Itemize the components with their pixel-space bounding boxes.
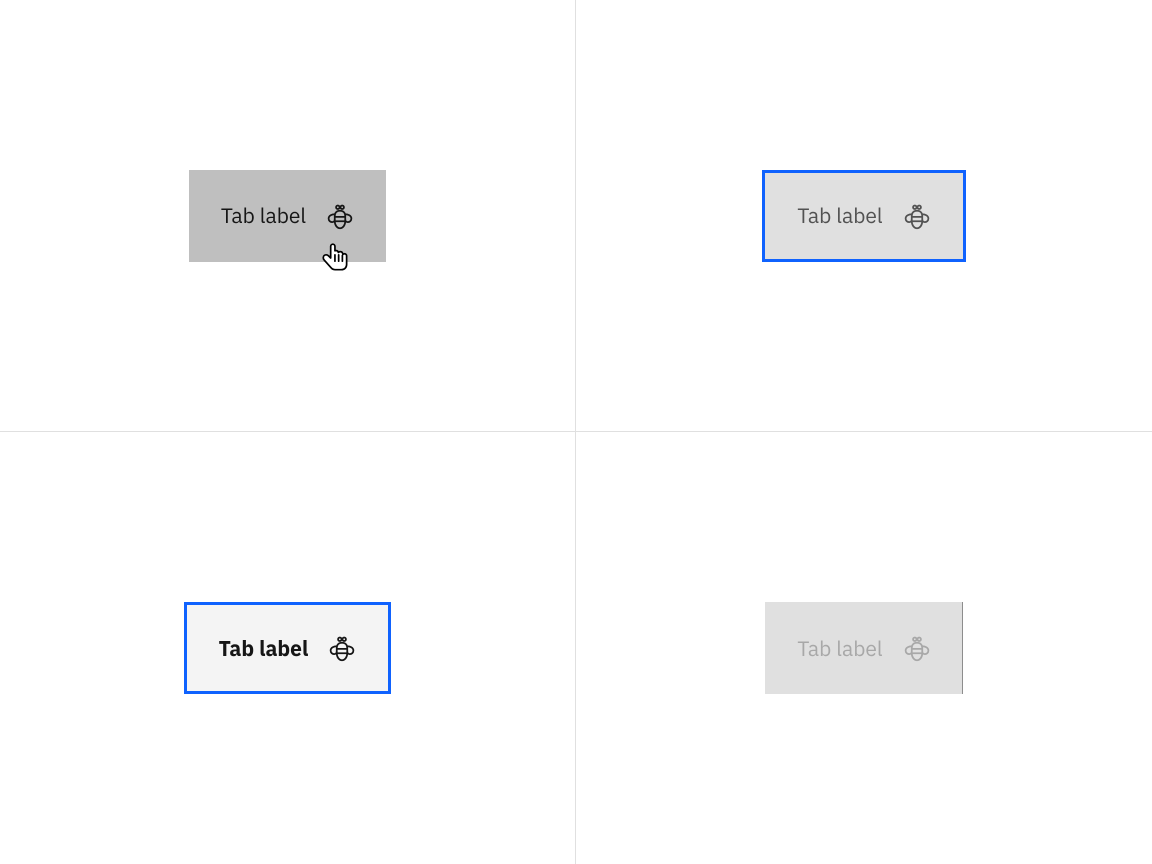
cell-disabled: Tab label [576,432,1152,864]
bee-icon [903,202,931,230]
tab-disabled-state: Tab label [765,602,962,694]
bee-icon [326,202,354,230]
bee-icon [328,634,356,662]
tab-focus-state[interactable]: Tab label [762,170,965,262]
cell-focus: Tab label [576,0,1152,432]
tab-label: Tab label [221,205,306,226]
bee-icon [903,634,931,662]
tab-label: Tab label [219,638,309,659]
tab-hover-state[interactable]: Tab label [189,170,386,262]
tab-selected-focus-state[interactable]: Tab label [184,602,392,694]
tab-label: Tab label [797,638,882,659]
tab-label: Tab label [797,205,882,226]
cell-selected-focus: Tab label [0,432,576,864]
cell-hover: Tab label [0,0,576,432]
tab-states-grid: Tab label Tab label Tab label [0,0,1152,864]
